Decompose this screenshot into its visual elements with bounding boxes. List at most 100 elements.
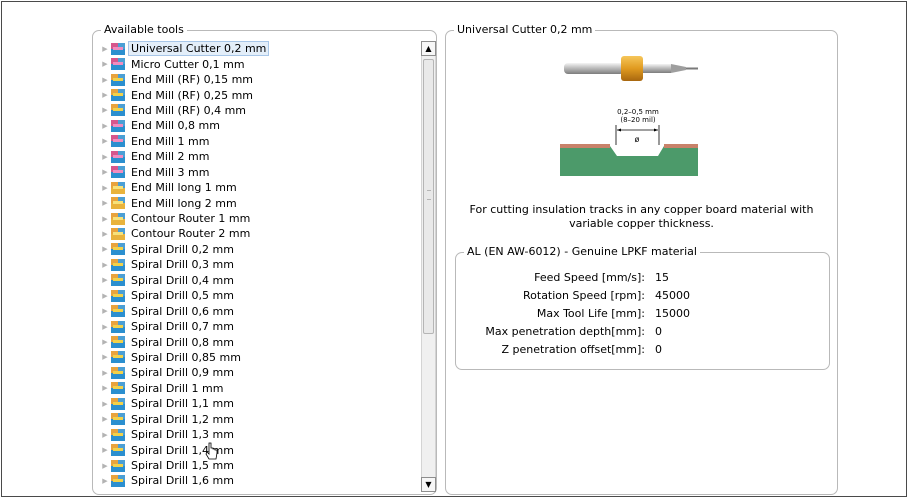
tool-label: Spiral Drill 1,3 mm	[131, 428, 234, 442]
tool-list-item[interactable]: ▶ Universal Cutter 0,2 mm	[99, 41, 409, 57]
tool-list-item[interactable]: ▶ Contour Router 1 mm	[99, 211, 409, 226]
expand-arrow-icon[interactable]: ▶	[99, 292, 111, 300]
tool-type-icon	[111, 320, 125, 333]
tool-list-item[interactable]: ▶ Spiral Drill 1,1 mm	[99, 396, 409, 411]
expand-arrow-icon[interactable]: ▶	[99, 276, 111, 284]
tool-type-icon	[111, 212, 125, 225]
tool-label: Spiral Drill 1,1 mm	[131, 397, 234, 411]
property-label: Max penetration depth[mm]:	[485, 325, 645, 338]
tool-list-item[interactable]: ▶ Spiral Drill 0,3 mm	[99, 257, 409, 272]
cutter-tool-image	[564, 56, 698, 81]
tool-list-item[interactable]: ▶ Spiral Drill 1,3 mm	[99, 427, 409, 442]
tool-type-icon	[111, 305, 125, 318]
tool-label: End Mill 0,8 mm	[131, 119, 220, 133]
tool-type-icon	[111, 413, 125, 426]
expand-arrow-icon[interactable]: ▶	[99, 45, 111, 53]
expand-arrow-icon[interactable]: ▶	[99, 168, 111, 176]
tool-list-item[interactable]: ▶ Spiral Drill 1,2 mm	[99, 412, 409, 427]
tool-label: End Mill 1 mm	[131, 134, 210, 148]
expand-arrow-icon[interactable]: ▶	[99, 477, 111, 485]
expand-arrow-icon[interactable]: ▶	[99, 60, 111, 68]
tool-label: Spiral Drill 0,4 mm	[131, 273, 234, 287]
material-group: AL (EN AW-6012) - Genuine LPKF material …	[455, 245, 831, 370]
tool-list-item[interactable]: ▶ End Mill (RF) 0,15 mm	[99, 72, 409, 87]
expand-arrow-icon[interactable]: ▶	[99, 215, 111, 223]
tool-type-icon	[111, 289, 125, 302]
tool-list-item[interactable]: ▶ Spiral Drill 0,4 mm	[99, 273, 409, 288]
tool-type-icon	[111, 274, 125, 287]
tool-list-item[interactable]: ▶ End Mill long 1 mm	[99, 180, 409, 195]
tool-label: End Mill 3 mm	[131, 165, 210, 179]
description-line-2: variable copper thickness.	[569, 217, 714, 230]
tool-type-icon	[111, 382, 125, 395]
scroll-down-button[interactable]: ▼	[421, 477, 436, 492]
tool-label: End Mill long 2 mm	[131, 196, 237, 210]
expand-arrow-icon[interactable]: ▶	[99, 261, 111, 269]
diagram-range-mil: (8–20 mil)	[620, 116, 656, 124]
tool-label: End Mill (RF) 0,25 mm	[131, 88, 254, 102]
expand-arrow-icon[interactable]: ▶	[99, 184, 111, 192]
tool-list-item[interactable]: ▶ End Mill 1 mm	[99, 134, 409, 149]
property-value: 0	[655, 325, 662, 338]
expand-arrow-icon[interactable]: ▶	[99, 245, 111, 253]
expand-arrow-icon[interactable]: ▶	[99, 91, 111, 99]
expand-arrow-icon[interactable]: ▶	[99, 122, 111, 130]
tool-type-icon	[111, 58, 125, 71]
scrollbar-thumb[interactable]	[423, 59, 434, 334]
material-property-row: Feed Speed [mm/s]: 15	[456, 269, 831, 286]
tool-type-icon	[111, 474, 125, 487]
tool-label: Spiral Drill 0,85 mm	[131, 350, 241, 364]
tool-type-icon	[111, 459, 125, 472]
expand-arrow-icon[interactable]: ▶	[99, 353, 111, 361]
expand-arrow-icon[interactable]: ▶	[99, 153, 111, 161]
expand-arrow-icon[interactable]: ▶	[99, 369, 111, 377]
tool-list-item[interactable]: ▶ End Mill 0,8 mm	[99, 118, 409, 133]
expand-arrow-icon[interactable]: ▶	[99, 137, 111, 145]
tool-list-item[interactable]: ▶ End Mill (RF) 0,25 mm	[99, 87, 409, 102]
tool-label: Spiral Drill 0,5 mm	[131, 289, 234, 303]
tool-list-item[interactable]: ▶ End Mill (RF) 0,4 mm	[99, 103, 409, 118]
tool-list-item[interactable]: ▶ End Mill 2 mm	[99, 149, 409, 164]
tool-list-item[interactable]: ▶ Spiral Drill 0,5 mm	[99, 288, 409, 303]
expand-arrow-icon[interactable]: ▶	[99, 415, 111, 423]
tool-label: Spiral Drill 0,2 mm	[131, 242, 234, 256]
tool-label: End Mill (RF) 0,4 mm	[131, 103, 247, 117]
tool-list-item[interactable]: ▶ Spiral Drill 0,85 mm	[99, 350, 409, 365]
tool-list-item[interactable]: ▶ Spiral Drill 1,6 mm	[99, 473, 409, 488]
expand-arrow-icon[interactable]: ▶	[99, 323, 111, 331]
tool-list-scrollbar[interactable]: ▲ ▼	[421, 41, 436, 492]
tool-list-item[interactable]: ▶ Spiral Drill 0,7 mm	[99, 319, 409, 334]
tool-type-icon	[111, 428, 125, 441]
material-property-row: Rotation Speed [rpm]: 45000	[456, 287, 831, 304]
expand-arrow-icon[interactable]: ▶	[99, 76, 111, 84]
expand-arrow-icon[interactable]: ▶	[99, 446, 111, 454]
expand-arrow-icon[interactable]: ▶	[99, 230, 111, 238]
tool-label: Spiral Drill 0,9 mm	[131, 366, 234, 380]
tool-list-item[interactable]: ▶ Spiral Drill 0,2 mm	[99, 242, 409, 257]
tool-type-icon	[111, 73, 125, 86]
diagram-range-mm: 0,2–0,5 mm	[617, 108, 659, 116]
tool-list-item[interactable]: ▶ Spiral Drill 0,6 mm	[99, 303, 409, 318]
scroll-up-button[interactable]: ▲	[421, 41, 436, 56]
expand-arrow-icon[interactable]: ▶	[99, 431, 111, 439]
expand-arrow-icon[interactable]: ▶	[99, 338, 111, 346]
tool-list[interactable]: ▶ Universal Cutter 0,2 mm ▶ Micro Cutter 0,…	[99, 41, 409, 491]
expand-arrow-icon[interactable]: ▶	[99, 384, 111, 392]
tool-list-item[interactable]: ▶ Micro Cutter 0,1 mm	[99, 56, 409, 71]
expand-arrow-icon[interactable]: ▶	[99, 199, 111, 207]
tool-list-item[interactable]: ▶ Spiral Drill 1 mm	[99, 381, 409, 396]
expand-arrow-icon[interactable]: ▶	[99, 106, 111, 114]
tool-list-item[interactable]: ▶ Spiral Drill 0,8 mm	[99, 334, 409, 349]
tool-type-icon	[111, 243, 125, 256]
expand-arrow-icon[interactable]: ▶	[99, 400, 111, 408]
mouse-pointer-icon	[205, 442, 218, 460]
tool-list-item[interactable]: ▶ End Mill long 2 mm	[99, 195, 409, 210]
tool-detail-legend: Universal Cutter 0,2 mm	[454, 23, 596, 37]
expand-arrow-icon[interactable]: ▶	[99, 462, 111, 470]
tool-list-item[interactable]: ▶ Spiral Drill 1,4 mm	[99, 442, 409, 457]
tool-list-item[interactable]: ▶ End Mill 3 mm	[99, 165, 409, 180]
tool-list-item[interactable]: ▶ Spiral Drill 1,5 mm	[99, 458, 409, 473]
tool-list-item[interactable]: ▶ Contour Router 2 mm	[99, 226, 409, 241]
expand-arrow-icon[interactable]: ▶	[99, 307, 111, 315]
tool-list-item[interactable]: ▶ Spiral Drill 0,9 mm	[99, 365, 409, 380]
